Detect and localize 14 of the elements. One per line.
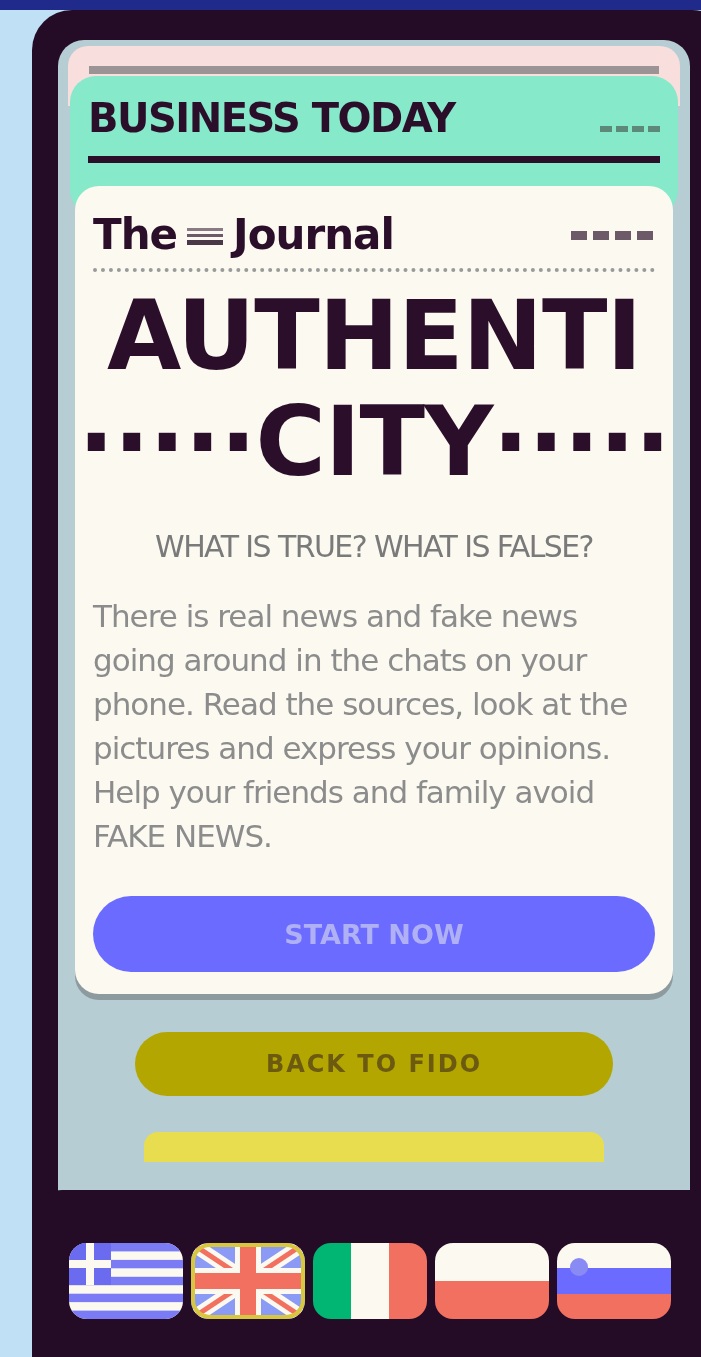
start-button[interactable]: START NOW bbox=[93, 896, 655, 973]
flag-icon[interactable] bbox=[557, 1243, 671, 1319]
headline: ·····CITY····· bbox=[78, 389, 670, 496]
intro-paragraph: There is real news and fake news going around in the chats on your phone. Read the sources, look at the pictures and express your opinions. Help your friends and family avoid FAKE NEWS. bbox=[93, 597, 629, 857]
flag-icon[interactable] bbox=[69, 1243, 183, 1319]
masthead-word: The bbox=[93, 212, 178, 259]
flag-icon[interactable] bbox=[191, 1243, 305, 1319]
flag-icon[interactable] bbox=[313, 1243, 427, 1319]
back-button[interactable]: BACK TO FIDO bbox=[135, 1032, 613, 1097]
card-title: BUSINESS TODAY bbox=[88, 98, 455, 138]
headline: AUTHENTI bbox=[106, 284, 642, 390]
subtitle: WHAT IS TRUE? WHAT IS FALSE? bbox=[155, 529, 593, 565]
date-marks-drawing bbox=[600, 124, 660, 134]
flag-icon[interactable] bbox=[435, 1243, 549, 1319]
